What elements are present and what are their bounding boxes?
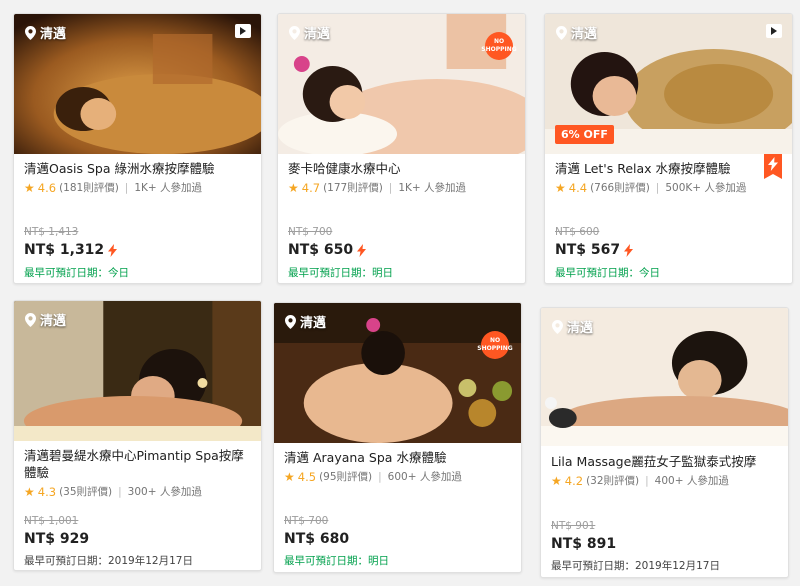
rating-value: 4.5 (297, 469, 317, 484)
location-pin-icon (552, 319, 563, 334)
play-video-icon[interactable] (766, 24, 782, 38)
price: NT$ 1,312 (24, 242, 118, 258)
rating-value: 4.3 (37, 484, 57, 499)
star-icon: ★ (551, 473, 562, 488)
original-price: NT$ 901 (551, 520, 596, 532)
review-count: (32則評價) (586, 475, 640, 487)
activity-card[interactable]: 清邁 6% OFF 清邁 Let's Relax 水療按摩體驗 ★ 4.4 (7… (544, 13, 793, 284)
price: NT$ 650 (288, 242, 367, 258)
review-count: (35則評價) (59, 486, 113, 498)
activity-card[interactable]: 清邁 NO SHOPPING 麥卡哈健康水療中心 ★ 4.7 (177則評價) … (277, 13, 526, 284)
divider: | (645, 474, 649, 487)
rating-row: ★ 4.2 (32則評價) | 400+ 人參加過 (551, 473, 778, 488)
activity-photo[interactable]: 清邁 6% OFF (545, 14, 792, 154)
activity-photo[interactable]: 清邁 NO SHOPPING (274, 303, 521, 443)
earliest-date: 最早可預訂日期：2019年12月17日 (551, 560, 720, 572)
play-video-icon[interactable] (235, 24, 251, 38)
activity-title[interactable]: 清邁 Arayana Spa 水療體驗 (284, 449, 511, 466)
star-icon: ★ (24, 484, 35, 499)
activity-card[interactable]: 清邁 Lila Massage麗菈女子監獄泰式按摩 ★ 4.2 (32則評價) … (540, 307, 789, 578)
activity-photo[interactable]: 清邁 (14, 14, 261, 154)
price: NT$ 680 (284, 531, 350, 547)
earliest-date: 最早可預訂日期：2019年12月17日 (24, 555, 193, 567)
location-pin-icon (285, 314, 296, 329)
no-shopping-badge: NO SHOPPING (481, 32, 517, 60)
activity-title[interactable]: 清邁Oasis Spa 綠洲水療按摩體驗 (24, 160, 251, 177)
location-label: 清邁 (552, 317, 593, 336)
rating-value: 4.2 (564, 473, 584, 488)
earliest-date: 最早可預訂日期：明日 (288, 267, 393, 279)
divider: | (124, 181, 129, 194)
rating-row: ★ 4.3 (35則評價) | 300+ 人參加過 (24, 484, 251, 499)
activity-title[interactable]: 清邁 Let's Relax 水療按摩體驗 (555, 160, 758, 177)
activity-card[interactable]: 清邁 清邁碧曼緹水療中心Pimantip Spa按摩體驗 ★ 4.3 (35則評… (13, 300, 262, 571)
divider: | (655, 181, 660, 194)
divider: | (118, 485, 122, 498)
activity-title[interactable]: 清邁碧曼緹水療中心Pimantip Spa按摩體驗 (24, 447, 251, 481)
participant-count: 400+ 人參加過 (654, 475, 729, 487)
activity-photo[interactable]: 清邁 (14, 301, 261, 441)
review-count: (95則評價) (319, 471, 373, 483)
earliest-date: 最早可預訂日期：今日 (555, 267, 660, 279)
rating-value: 4.6 (37, 180, 57, 195)
participant-count: 1K+ 人參加過 (134, 182, 203, 194)
star-icon: ★ (24, 180, 35, 195)
rating-row: ★ 4.6 (181則評價) | 1K+ 人參加過 (24, 180, 251, 195)
instant-confirm-icon (624, 243, 634, 257)
original-price: NT$ 600 (555, 226, 600, 238)
original-price: NT$ 1,001 (24, 515, 79, 527)
location-pin-icon (556, 25, 567, 40)
earliest-date: 最早可預訂日期：明日 (284, 555, 389, 567)
original-price: NT$ 700 (284, 515, 329, 527)
price: NT$ 567 (555, 242, 634, 258)
location-pin-icon (289, 25, 300, 40)
participant-count: 1K+ 人參加過 (398, 182, 467, 194)
review-count: (181則評價) (59, 182, 119, 194)
activity-title[interactable]: 麥卡哈健康水療中心 (288, 160, 515, 177)
activity-card[interactable]: 清邁 NO SHOPPING 清邁 Arayana Spa 水療體驗 ★ 4.5… (273, 302, 522, 573)
instant-confirm-icon (357, 243, 367, 257)
activity-photo[interactable]: 清邁 (541, 308, 788, 446)
instant-confirm-icon (108, 243, 118, 257)
participant-count: 500K+ 人參加過 (665, 182, 747, 194)
participant-count: 300+ 人參加過 (127, 486, 202, 498)
location-label: 清邁 (25, 310, 66, 329)
star-icon: ★ (288, 180, 299, 195)
location-label: 清邁 (25, 23, 66, 42)
price: NT$ 929 (24, 531, 90, 547)
rating-value: 4.4 (568, 180, 588, 195)
location-label: 清邁 (556, 23, 597, 42)
rating-row: ★ 4.7 (177則評價) | 1K+ 人參加過 (288, 180, 515, 195)
review-count: (177則評價) (323, 182, 383, 194)
original-price: NT$ 1,413 (24, 226, 79, 238)
activity-title[interactable]: Lila Massage麗菈女子監獄泰式按摩 (551, 453, 778, 470)
earliest-date: 最早可預訂日期：今日 (24, 267, 129, 279)
discount-badge: 6% OFF (555, 125, 614, 144)
divider: | (388, 181, 393, 194)
star-icon: ★ (284, 469, 295, 484)
participant-count: 600+ 人參加過 (387, 471, 462, 483)
location-label: 清邁 (285, 312, 326, 331)
original-price: NT$ 700 (288, 226, 333, 238)
rating-row: ★ 4.5 (95則評價) | 600+ 人參加過 (284, 469, 511, 484)
price: NT$ 891 (551, 536, 617, 552)
no-shopping-badge: NO SHOPPING (477, 331, 513, 359)
activity-photo[interactable]: 清邁 NO SHOPPING (278, 14, 525, 154)
review-count: (766則評價) (590, 182, 650, 194)
location-label: 清邁 (289, 23, 330, 42)
location-pin-icon (25, 25, 36, 40)
star-icon: ★ (555, 180, 566, 195)
divider: | (378, 470, 382, 483)
activity-card[interactable]: 清邁 清邁Oasis Spa 綠洲水療按摩體驗 ★ 4.6 (181則評價) |… (13, 13, 262, 284)
instant-booking-ribbon-icon (764, 154, 782, 179)
location-pin-icon (25, 312, 36, 327)
rating-value: 4.7 (301, 180, 321, 195)
rating-row: ★ 4.4 (766則評價) | 500K+ 人參加過 (555, 180, 758, 195)
